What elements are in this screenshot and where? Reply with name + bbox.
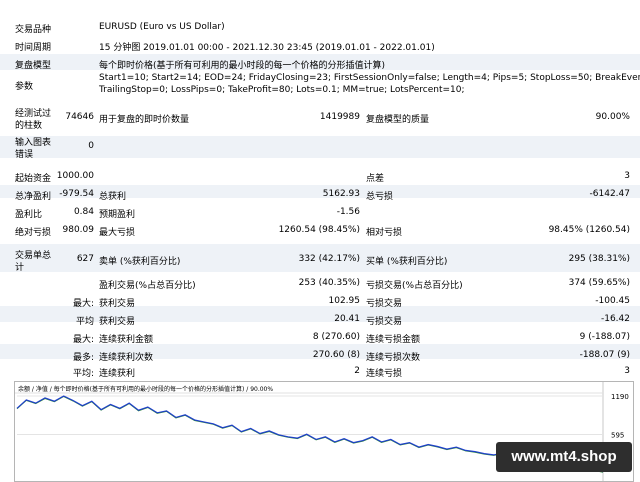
consecutive-losses-amount-label: 连续亏损金额 [366, 335, 421, 345]
params-line-1: Start1=10; Start2=14; EOD=24; FridayClos… [99, 73, 640, 83]
consecutive-profit-count-label: 连续获利次数 [99, 353, 154, 363]
consecutive-wins-amount-label: 连续获利金额 [99, 335, 154, 345]
average-profit-label: 获利交易 [99, 317, 136, 327]
chart-title: 余额 / 净值 / 每个即时价格(基于所有可利用的最小时段的每一个价格的分形插值… [18, 385, 273, 393]
net-profit-value: -979.54 [59, 189, 94, 199]
profit-trades-label: 盈利交易(%占总百分比) [99, 281, 196, 291]
profit-factor-value: 0.84 [73, 207, 94, 217]
largest-profit-value: 102.95 [328, 296, 361, 306]
average-consecutive-wins-label: 连续获利 [99, 369, 136, 379]
ticks-value: 1419989 [319, 112, 360, 122]
ticks-label: 用于复盘的即时价数量 [99, 115, 190, 125]
maximum-label: 最大: [72, 335, 94, 345]
deposit-value: 1000.00 [56, 171, 94, 181]
average-consecutive-losses-value: 3 [624, 366, 630, 376]
consecutive-loss-count-value: -188.07 (9) [579, 350, 630, 360]
errors-label-2: 错误 [15, 150, 34, 160]
long-positions-label: 买单 (%获利百分比) [366, 257, 448, 267]
max-drawdown-label: 最大亏损 [99, 228, 136, 238]
max-drawdown-value: 1260.54 (98.45%) [278, 225, 360, 235]
expected-payoff-label: 预期盈利 [99, 210, 136, 220]
largest-loss-label: 亏损交易 [366, 299, 403, 309]
long-positions-value: 295 (38.31%) [568, 254, 630, 264]
consecutive-losses-amount-value: 9 (-188.07) [579, 332, 630, 342]
quality-value: 90.00% [595, 112, 630, 122]
total-trades-value: 627 [76, 254, 94, 264]
chart-y-tick-label: 595 [611, 432, 624, 440]
params-label: 参数 [15, 82, 34, 92]
average-consecutive-label: 平均: [72, 369, 94, 379]
average-loss-value: -16.42 [600, 314, 630, 324]
average-profit-value: 20.41 [334, 314, 360, 324]
relative-drawdown-label: 相对亏损 [366, 228, 403, 238]
period-label: 时间周期 [15, 43, 52, 53]
loss-trades-label: 亏损交易(%占总百分比) [366, 281, 463, 291]
gross-profit-label: 总获利 [99, 192, 127, 202]
gross-profit-value: 5162.93 [322, 189, 360, 199]
watermark: www.mt4.shop [496, 442, 632, 472]
largest-label: 最大: [72, 299, 94, 309]
bars-value: 74646 [65, 112, 94, 122]
average-loss-label: 亏损交易 [366, 317, 403, 327]
period-value: 15 分钟图 2019.01.01 00:00 - 2021.12.30 23:… [99, 43, 435, 53]
total-trades-label-2: 计 [15, 263, 25, 273]
largest-loss-value: -100.45 [595, 296, 630, 306]
model-value: 每个即时价格(基于所有可利用的最小时段的每一个价格的分形插值计算) [99, 61, 386, 71]
gross-loss-value: -6142.47 [589, 189, 630, 199]
quality-label: 复盘模型的质量 [366, 115, 430, 125]
average-label: 平均 [75, 317, 94, 327]
gross-loss-label: 总亏损 [366, 192, 394, 202]
most-label: 最多: [72, 353, 94, 363]
chart-y-tick-label: 1190 [611, 393, 629, 401]
symbol-value: EURUSD (Euro vs US Dollar) [99, 22, 225, 32]
spread-value: 3 [624, 171, 630, 181]
model-label: 复盘模型 [15, 61, 52, 71]
relative-drawdown-value: 98.45% (1260.54) [548, 225, 630, 235]
average-consecutive-losses-label: 连续亏损 [366, 369, 403, 379]
short-positions-value: 332 (42.17%) [298, 254, 360, 264]
consecutive-profit-count-value: 270.60 (8) [312, 350, 360, 360]
spread-label: 点差 [366, 174, 385, 184]
errors-value: 0 [88, 141, 94, 151]
absolute-drawdown-value: 980.09 [62, 225, 95, 235]
profit-factor-label: 盈利比 [15, 210, 43, 220]
loss-trades-value: 374 (59.65%) [568, 278, 630, 288]
symbol-label: 交易品种 [15, 25, 52, 35]
params-line-2: TrailingStop=0; LossPips=0; TakeProfit=8… [99, 85, 465, 95]
expected-payoff-value: -1.56 [336, 207, 360, 217]
bars-label-2: 的柱数 [15, 121, 43, 131]
consecutive-wins-amount-value: 8 (270.60) [312, 332, 360, 342]
consecutive-loss-count-label: 连续亏损次数 [366, 353, 421, 363]
average-consecutive-wins-value: 2 [354, 366, 360, 376]
largest-profit-label: 获利交易 [99, 299, 136, 309]
profit-trades-value: 253 (40.35%) [298, 278, 360, 288]
short-positions-label: 卖单 (%获利百分比) [99, 257, 181, 267]
